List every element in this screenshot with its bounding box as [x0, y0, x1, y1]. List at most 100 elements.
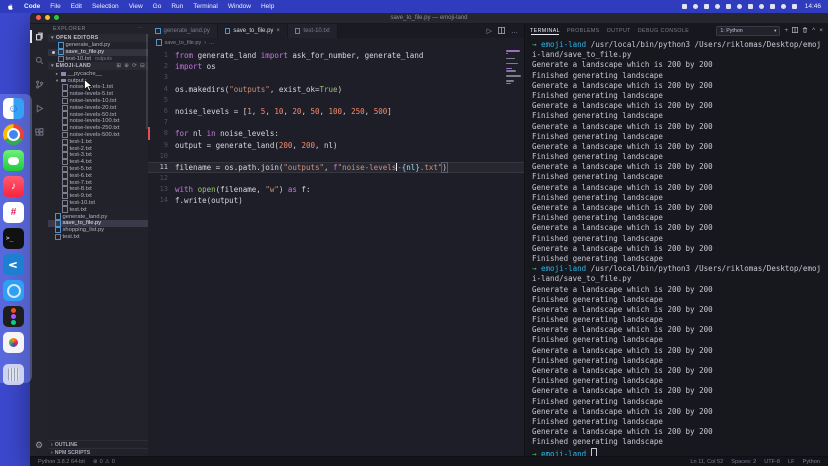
breadcrumb[interactable]: save_to_file.py › …	[148, 38, 524, 47]
dock-item-photos[interactable]	[3, 280, 24, 301]
tab-test-10-txt[interactable]: test-10.txt	[288, 24, 338, 38]
menu-run[interactable]: Run	[166, 3, 188, 10]
control-center-icon[interactable]	[759, 4, 764, 9]
menu-go[interactable]: Go	[148, 3, 167, 10]
tab-generate-land-py[interactable]: generate_land.py	[148, 24, 218, 38]
code-line[interactable]: 11 filename = os.path.join("outputs", f"…	[148, 162, 524, 173]
status-indentation[interactable]: Spaces: 2	[731, 459, 756, 465]
tree-item[interactable]: test-5.txt	[48, 166, 148, 173]
panel-tab-terminal[interactable]: TERMINAL	[530, 28, 560, 34]
explorer-icon[interactable]	[30, 30, 48, 43]
keyboard-icon[interactable]	[726, 4, 731, 9]
collapse-all-icon[interactable]: ⊟	[140, 63, 145, 69]
record-icon[interactable]	[704, 4, 709, 9]
new-terminal-icon[interactable]: +	[784, 28, 788, 35]
code-line[interactable]: 3	[148, 72, 524, 83]
breadcrumb-file[interactable]: save_to_file.py	[165, 40, 202, 46]
display-icon[interactable]	[682, 4, 687, 9]
project-section-header[interactable]: ▾ EMOJI-LAND ⊞⊕⟳⊟	[48, 62, 148, 70]
open-editors-header[interactable]: ▾ OPEN EDITORS	[48, 34, 148, 42]
dock-item-finder[interactable]: ☺	[3, 98, 24, 119]
dock-item-terminal[interactable]: >_	[3, 228, 24, 249]
menu-terminal[interactable]: Terminal	[188, 3, 223, 10]
menu-file[interactable]: File	[45, 3, 65, 10]
dock-item-vscode[interactable]	[3, 254, 24, 275]
tree-item[interactable]: generate_land.py	[48, 213, 148, 220]
menu-edit[interactable]: Edit	[66, 3, 87, 10]
tree-item[interactable]: test.txt	[48, 206, 148, 213]
close-tab-icon[interactable]: ×	[276, 28, 280, 34]
refresh-icon[interactable]: ⟳	[132, 63, 137, 69]
tree-item[interactable]: test-1.txt	[48, 138, 148, 145]
tree-item[interactable]: noise-levels-500.txt	[48, 132, 148, 139]
tree-item[interactable]: ▾outputs	[48, 77, 148, 84]
tree-item[interactable]: test-9.txt	[48, 193, 148, 200]
dock-item-figma[interactable]	[3, 306, 24, 327]
extensions-icon[interactable]	[30, 126, 48, 139]
tree-item[interactable]: test-2.txt	[48, 145, 148, 152]
tree-item[interactable]: noise-levels-1.txt	[48, 84, 148, 91]
tree-item[interactable]: noise-levels-250.txt	[48, 125, 148, 132]
split-terminal-icon[interactable]	[792, 27, 798, 36]
dock-item-slack[interactable]: #	[3, 202, 24, 223]
dock-item-trash[interactable]	[3, 358, 24, 379]
tree-item[interactable]: test.txt	[48, 234, 148, 241]
menu-view[interactable]: View	[124, 3, 148, 10]
new-folder-icon[interactable]: ⊕	[124, 63, 129, 69]
code-line[interactable]: 2import os	[148, 61, 524, 72]
source-control-icon[interactable]	[30, 78, 48, 91]
status-cursor-position[interactable]: Ln 11, Col 52	[690, 459, 723, 465]
tree-item[interactable]: test-7.txt	[48, 179, 148, 186]
status-language[interactable]: Python	[803, 459, 820, 465]
tree-item[interactable]: noise-levels-20.txt	[48, 104, 148, 111]
chat-icon[interactable]	[748, 4, 753, 9]
clock[interactable]: 14:46	[805, 3, 821, 10]
open-editor-item[interactable]: test-10.txtoutputs	[48, 56, 148, 63]
split-editor-icon[interactable]	[498, 27, 505, 36]
sync-icon[interactable]	[715, 4, 720, 9]
tree-item[interactable]: test-8.txt	[48, 186, 148, 193]
tree-item[interactable]: test-10.txt	[48, 200, 148, 207]
breadcrumb-more[interactable]: …	[209, 40, 215, 46]
wifi-icon[interactable]	[781, 4, 786, 9]
tree-item[interactable]: test-6.txt	[48, 172, 148, 179]
menu-selection[interactable]: Selection	[87, 3, 124, 10]
new-file-icon[interactable]: ⊞	[116, 63, 121, 69]
panel-tab-output[interactable]: OUTPUT	[607, 28, 631, 34]
code-line[interactable]: 14 f.write(output)	[148, 195, 524, 206]
code-line[interactable]: 12	[148, 173, 524, 184]
notification-icon[interactable]	[792, 4, 797, 9]
menu-code[interactable]: Code	[19, 3, 45, 10]
battery-icon[interactable]	[693, 4, 698, 9]
search-icon[interactable]	[737, 4, 742, 9]
phone-icon[interactable]	[770, 4, 775, 9]
run-python-file-icon[interactable]: ▷	[487, 27, 492, 35]
menu-help[interactable]: Help	[256, 3, 279, 10]
window-titlebar[interactable]: save_to_file.py — emoji-land	[30, 12, 828, 24]
terminal-output[interactable]: → emoji-land /usr/local/bin/python3 /Use…	[525, 38, 828, 456]
dock-item-messages[interactable]	[3, 150, 24, 171]
tree-item[interactable]: test-4.txt	[48, 159, 148, 166]
close-panel-icon[interactable]: ×	[819, 28, 823, 35]
kill-terminal-icon[interactable]	[802, 27, 808, 36]
tree-item[interactable]: shopping_list.py	[48, 227, 148, 234]
code-line[interactable]: 4os.makedirs("outputs", exist_ok=True)	[148, 84, 524, 95]
code-line[interactable]: 9 output = generate_land(200, 200, nl)	[148, 140, 524, 151]
sidebar-section-outline[interactable]: ›OUTLINE	[48, 440, 148, 448]
run-debug-icon[interactable]	[30, 102, 48, 115]
tree-item[interactable]: noise-levels-10.txt	[48, 98, 148, 105]
code-line[interactable]: 10	[148, 151, 524, 162]
apple-menu-icon[interactable]	[7, 3, 15, 11]
open-editor-item[interactable]: save_to_file.py	[48, 49, 148, 56]
status-eol[interactable]: LF	[788, 459, 795, 465]
maximize-panel-icon[interactable]: ^	[812, 28, 815, 35]
code-line[interactable]: 7	[148, 117, 524, 128]
tree-item[interactable]: test-3.txt	[48, 152, 148, 159]
python-interpreter-status[interactable]: Python 3.8.2 64-bit	[38, 459, 85, 465]
code-line[interactable]: 8for nl in noise_levels:	[148, 128, 524, 139]
code-editor[interactable]: 1from generate_land import ask_for_numbe…	[148, 47, 524, 456]
editor-more-actions-icon[interactable]: …	[511, 28, 518, 35]
open-editor-item[interactable]: generate_land.py	[48, 42, 148, 49]
panel-tab-debug-console[interactable]: DEBUG CONSOLE	[638, 28, 689, 34]
sidebar-section-npm-scripts[interactable]: ›NPM SCRIPTS	[48, 448, 148, 456]
